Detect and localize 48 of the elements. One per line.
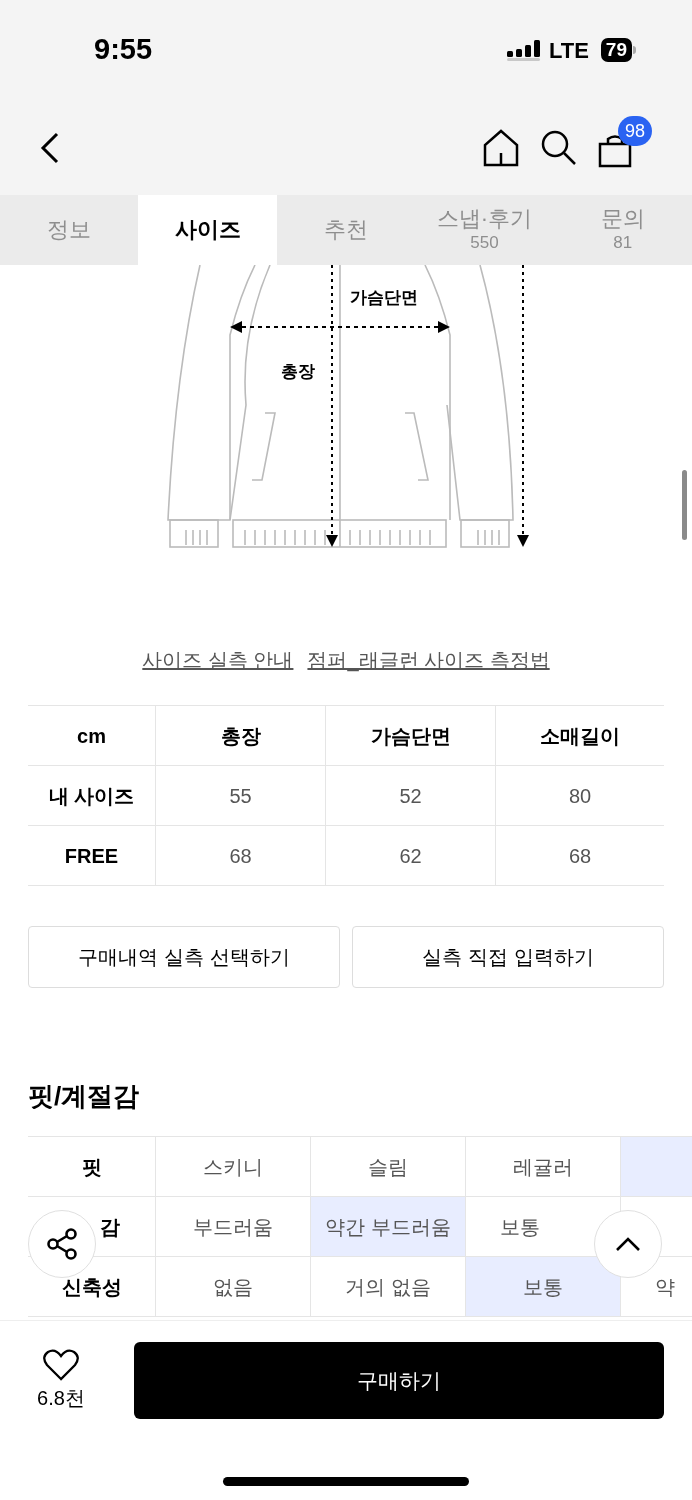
share-icon: [46, 1228, 78, 1260]
option-label: 거의 없음: [345, 1274, 431, 1300]
option-label: 보통: [500, 1214, 540, 1240]
option-label: 보통: [523, 1274, 563, 1300]
cart-button[interactable]: 98: [598, 115, 654, 168]
option-label: 레귤러: [513, 1154, 573, 1180]
status-time: 9:55: [94, 32, 153, 68]
signal-icon: [506, 39, 541, 61]
search-icon: [540, 128, 578, 167]
option-label: 없음: [213, 1274, 253, 1300]
table-cell: 55: [156, 766, 326, 825]
row-header: FREE: [28, 826, 156, 885]
option-label: 스키니: [203, 1154, 263, 1180]
table-cell: 52: [326, 766, 496, 825]
guide-link[interactable]: 점퍼_래글런 사이즈 측정법: [307, 645, 550, 675]
like-button[interactable]: 6.8천: [28, 1348, 94, 1413]
table-cell-text: 80: [567, 783, 593, 809]
chest-width-label: 가슴단면: [350, 287, 418, 309]
option-label: 슬림: [368, 1154, 408, 1180]
battery-indicator: 79: [600, 38, 636, 62]
home-button[interactable]: [482, 128, 520, 167]
measure-button[interactable]: 구매내역 실측 선택하기: [28, 926, 340, 988]
table-cell: 68: [156, 826, 326, 885]
section-title: 핏/계절감: [28, 1079, 140, 1113]
row-header: 신축성: [61, 1274, 122, 1300]
chevron-up-icon: [615, 1236, 641, 1252]
option-label: 약: [655, 1274, 675, 1300]
tab[interactable]: 사이즈: [138, 195, 277, 265]
heart-icon: [43, 1348, 79, 1381]
row-header: 핏: [81, 1154, 102, 1180]
column-header: cm: [28, 706, 156, 765]
column-header: 소매길이: [539, 723, 621, 749]
home-icon: [482, 128, 520, 167]
table-cell: 62: [326, 826, 496, 885]
guide-link[interactable]: 사이즈 실측 안내: [142, 645, 294, 675]
buy-button[interactable]: 구매하기: [134, 1342, 664, 1419]
row-header: 감: [100, 1214, 120, 1240]
network-label: LTE: [548, 36, 589, 65]
measure-button[interactable]: 실측 직접 입력하기: [352, 926, 664, 988]
row-header: 내 사이즈: [28, 766, 156, 825]
option-label: 약간 부드러움: [325, 1214, 451, 1240]
scrollbar: [682, 470, 687, 540]
option-label: 부드러움: [193, 1214, 273, 1240]
column-header: 가슴단면: [326, 706, 496, 765]
column-header: 총장: [156, 706, 326, 765]
search-button[interactable]: [540, 128, 578, 167]
length-label: 총장: [281, 361, 315, 383]
table-cell-text: 68: [567, 843, 593, 869]
